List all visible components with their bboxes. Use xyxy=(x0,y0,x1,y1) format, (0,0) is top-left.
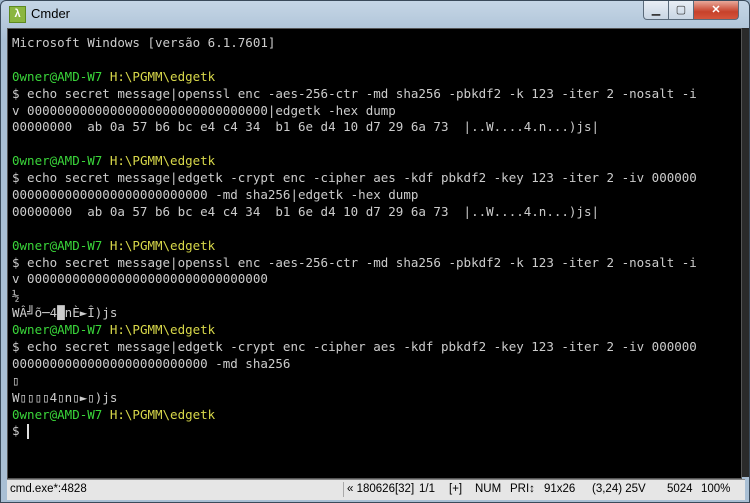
status-size[interactable]: 91x26 xyxy=(544,483,575,495)
prompt-path: H:\PGMM\edgetk xyxy=(109,322,216,338)
status-priority[interactable]: PRI↕ xyxy=(510,483,535,495)
output-line: $ echo secret message|edgetk -crypt enc … xyxy=(12,170,697,187)
status-buffer[interactable]: « 180626[32] xyxy=(347,483,414,495)
output-line: $ echo secret message|openssl enc -aes-2… xyxy=(12,255,697,272)
prompt-path: H:\PGMM\edgetk xyxy=(109,406,216,422)
cmder-window: λ Cmder ▁ ▢ ✕ Microsoft Windows [versão … xyxy=(0,0,750,503)
status-numlock: NUM xyxy=(475,483,502,495)
output-line: ½ xyxy=(12,288,697,305)
line-text: 00000000000000000000000000 -md sha256|ed… xyxy=(12,187,419,203)
status-zoom[interactable]: 100% xyxy=(701,483,730,495)
prompt-user: 0wner@AMD-W7 xyxy=(12,68,103,84)
vertical-scrollbar[interactable] xyxy=(742,28,749,477)
output-line: 00000000 ab 0a 57 b6 bc e4 c4 34 b1 6e d… xyxy=(12,119,697,136)
status-insert: [+] xyxy=(449,483,463,495)
line-text: $ echo secret message|edgetk -crypt enc … xyxy=(12,170,697,186)
minimize-button[interactable]: ▁ xyxy=(643,1,669,20)
prompt-user: 0wner@AMD-W7 xyxy=(12,322,103,338)
status-cursor-pos: (3,24) 25V xyxy=(592,483,646,495)
output-line: $ echo secret message|edgetk -crypt enc … xyxy=(12,339,697,356)
output-line: ▯ xyxy=(12,373,697,390)
maximize-button[interactable]: ▢ xyxy=(668,1,694,20)
line-text: v 00000000000000000000000000000000 xyxy=(12,271,268,287)
line-text: 00000000 ab 0a 57 b6 bc e4 c4 34 b1 6e d… xyxy=(12,203,599,219)
input-line: $ xyxy=(12,423,697,440)
line-text: $ echo secret message|openssl enc -aes-2… xyxy=(12,254,697,270)
line-text: ▯ xyxy=(12,372,20,388)
prompt-path: H:\PGMM\edgetk xyxy=(109,68,216,84)
command-input[interactable]: $ xyxy=(12,423,27,438)
output-line: $ echo secret message|openssl enc -aes-2… xyxy=(12,86,697,103)
line-text: $ echo secret message|openssl enc -aes-2… xyxy=(12,85,697,101)
status-pid: 5024 xyxy=(667,483,693,495)
title-bar[interactable]: λ Cmder ▁ ▢ ✕ xyxy=(1,1,749,27)
line-text: W▯▯▯▯4▯n▯►▯)js xyxy=(12,389,118,405)
output-line: 00000000000000000000000000 -md sha256 xyxy=(12,356,697,373)
line-text: v 00000000000000000000000000000000|edget… xyxy=(12,102,396,118)
output-line: 00000000000000000000000000 -md sha256|ed… xyxy=(12,187,697,204)
output-line: Microsoft Windows [versão 6.1.7601] xyxy=(12,35,697,52)
line-text: $ echo secret message|edgetk -crypt enc … xyxy=(12,339,697,355)
terminal-output: Microsoft Windows [versão 6.1.7601] 0wner… xyxy=(12,35,697,440)
line-text: 00000000000000000000000000 -md sha256 xyxy=(12,355,291,371)
prompt-user: 0wner@AMD-W7 xyxy=(12,153,103,169)
output-line: v 00000000000000000000000000000000|edget… xyxy=(12,103,697,120)
output-line: W▯▯▯▯4▯n▯►▯)js xyxy=(12,390,697,407)
text-cursor xyxy=(27,424,30,440)
prompt-line: 0wner@AMD-W7 H:\PGMM\edgetk xyxy=(12,322,697,339)
prompt-line: 0wner@AMD-W7 H:\PGMM\edgetk xyxy=(12,238,697,255)
prompt-line: 0wner@AMD-W7 H:\PGMM\edgetk xyxy=(12,407,697,424)
prompt-path: H:\PGMM\edgetk xyxy=(109,153,216,169)
status-process[interactable]: cmd.exe*:4828 xyxy=(10,483,87,495)
status-divider xyxy=(343,482,344,497)
prompt-user: 0wner@AMD-W7 xyxy=(12,237,103,253)
terminal-console[interactable]: Microsoft Windows [versão 6.1.7601] 0wner… xyxy=(7,28,742,479)
line-text: 00000000 ab 0a 57 b6 bc e4 c4 34 b1 6e d… xyxy=(12,119,599,135)
status-tab[interactable]: 1/1 xyxy=(419,483,435,495)
prompt-user: 0wner@AMD-W7 xyxy=(12,406,103,422)
prompt-path: H:\PGMM\edgetk xyxy=(109,237,216,253)
prompt-line: 0wner@AMD-W7 H:\PGMM\edgetk xyxy=(12,69,697,86)
line-text: ½ xyxy=(12,288,20,304)
window-title: Cmder xyxy=(31,6,71,21)
line-text: Microsoft Windows [versão 6.1.7601] xyxy=(12,35,276,50)
close-button[interactable]: ✕ xyxy=(693,1,739,20)
prompt-line: 0wner@AMD-W7 H:\PGMM\edgetk xyxy=(12,153,697,170)
status-bar: cmd.exe*:4828 « 180626[32] 1/1 [+] NUM P… xyxy=(7,479,745,500)
line-text: WÂ╝õ─4█nÈ►Î)js xyxy=(12,305,118,321)
lambda-icon: λ xyxy=(9,6,26,23)
output-line: WÂ╝õ─4█nÈ►Î)js xyxy=(12,305,697,322)
output-line: v 00000000000000000000000000000000 xyxy=(12,271,697,288)
output-line: 00000000 ab 0a 57 b6 bc e4 c4 34 b1 6e d… xyxy=(12,204,697,221)
